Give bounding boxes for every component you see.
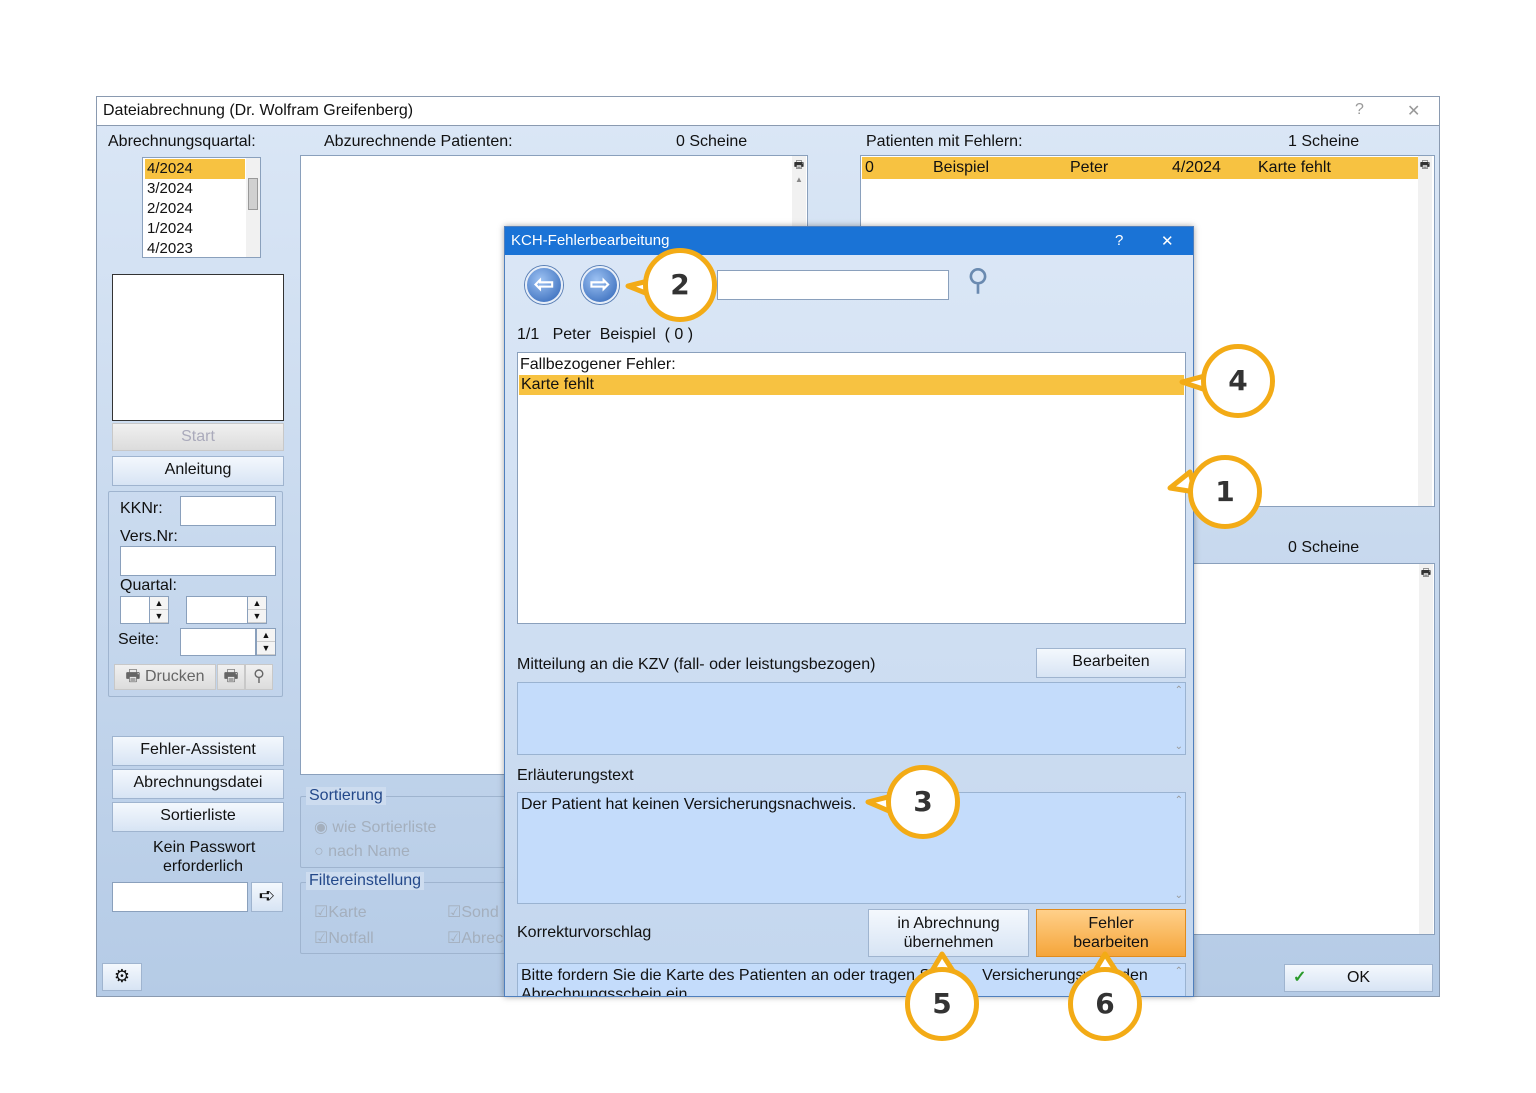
callout-3: 3 [886,765,960,839]
callout-6: 6 [1068,967,1142,1041]
callout-1: 1 [1188,455,1262,529]
callout-pointers [625,275,1215,977]
callout-4: 4 [1201,344,1275,418]
callout-2: 2 [643,248,717,322]
callout-5: 5 [905,967,979,1041]
